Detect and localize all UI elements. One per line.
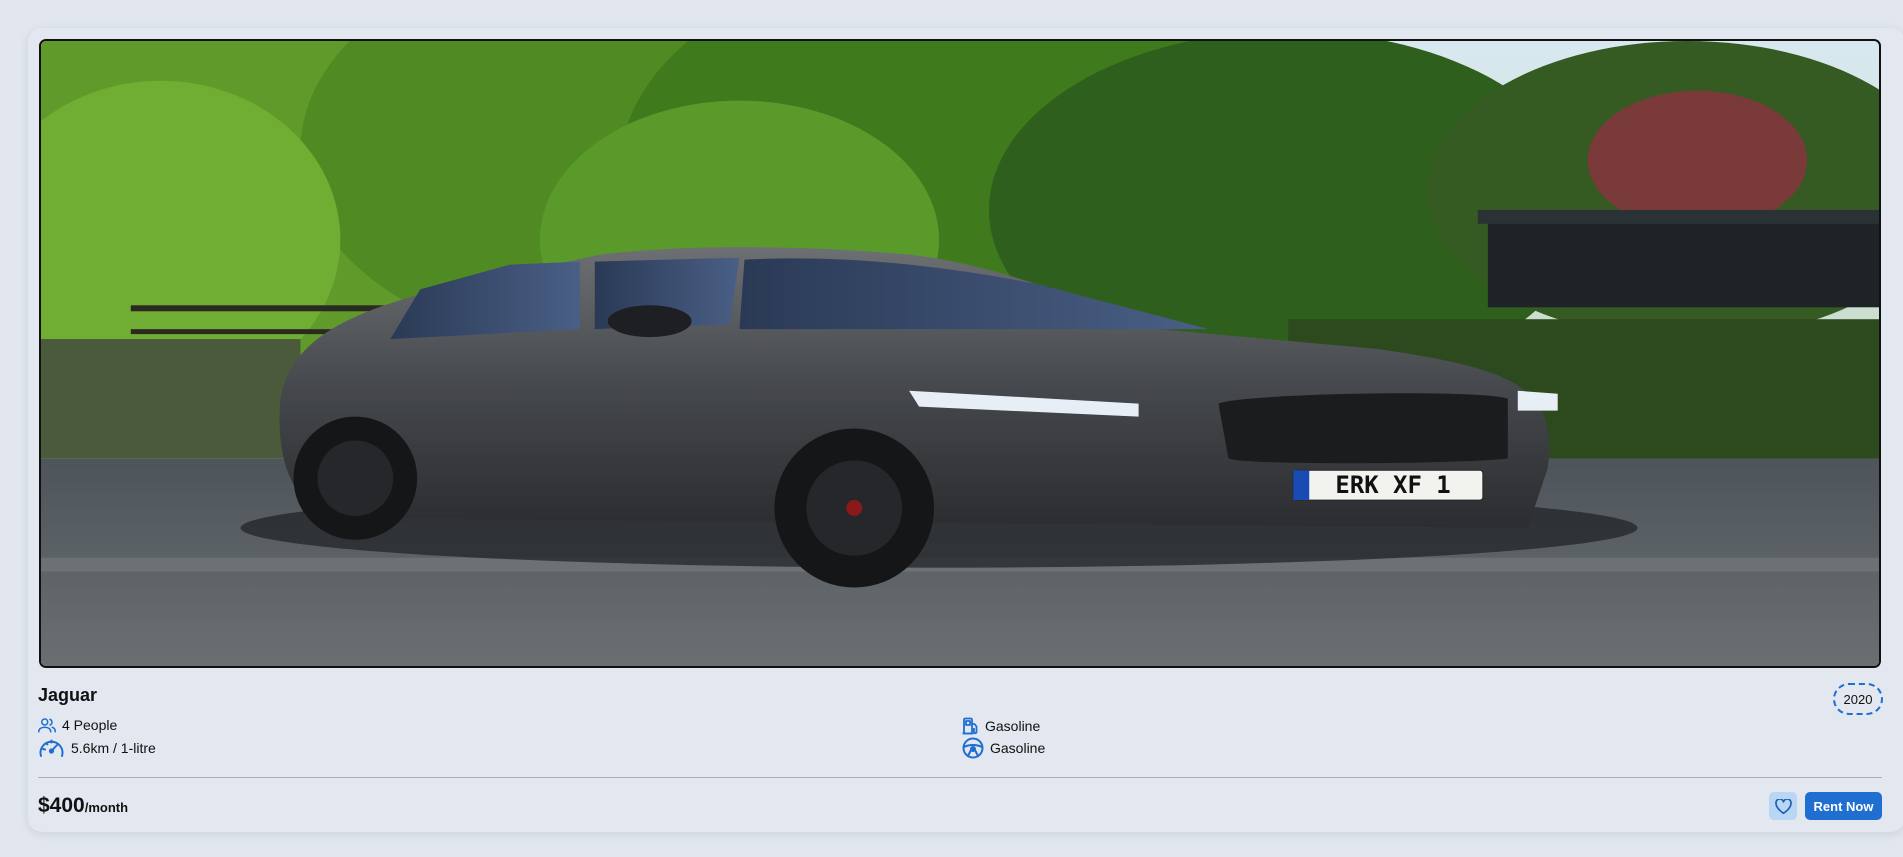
price: $400/month (38, 794, 128, 818)
people-icon (38, 717, 56, 733)
spec-capacity: 4 People (38, 717, 117, 733)
year-badge: 2020 (1833, 683, 1883, 715)
divider (38, 777, 1882, 778)
car-title: Jaguar (38, 685, 98, 705)
spec-mileage: 5.6km / 1-litre (38, 737, 156, 759)
spec-mileage-label: 5.6km / 1-litre (71, 740, 156, 756)
favorite-button[interactable] (1769, 792, 1797, 820)
license-plate-text: ERK XF 1 (1335, 471, 1450, 499)
spec-steering-label: Gasoline (990, 740, 1046, 756)
speedometer-icon (38, 737, 65, 759)
steering-wheel-icon (962, 737, 984, 759)
spec-steering: Gasoline (962, 737, 1045, 759)
price-period: /month (84, 800, 129, 815)
fuel-pump-icon (962, 717, 979, 735)
spec-fuel: Gasoline (962, 717, 1040, 735)
price-amount: $400 (38, 794, 85, 817)
spec-fuel-label: Gasoline (985, 718, 1041, 734)
rent-now-button[interactable]: Rent Now (1805, 792, 1882, 820)
car-card: ERK XF 1 Jaguar 2020 4 People 5.6km / 1-… (28, 28, 1903, 832)
spec-capacity-label: 4 People (62, 717, 118, 733)
car-photo: ERK XF 1 (39, 39, 1881, 668)
heart-icon (1774, 798, 1792, 814)
